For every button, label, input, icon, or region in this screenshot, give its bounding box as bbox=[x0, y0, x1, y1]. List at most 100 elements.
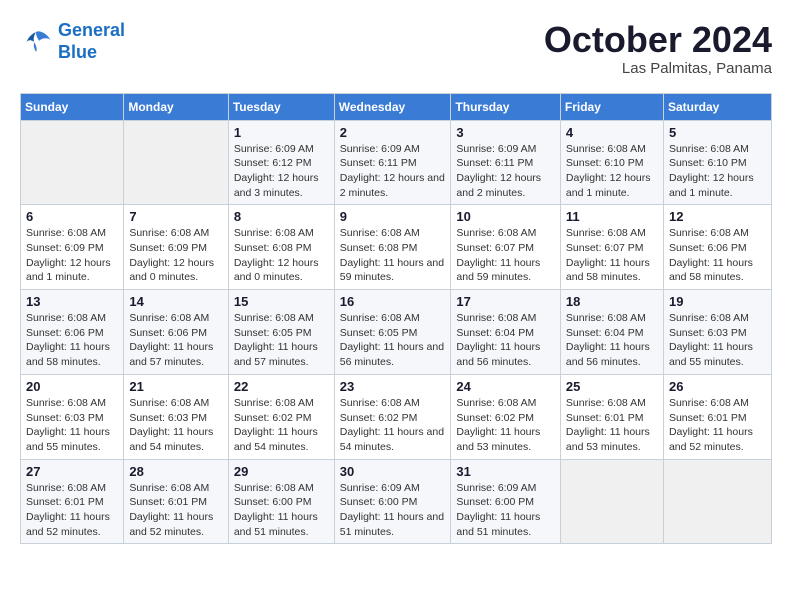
day-detail: Sunrise: 6:09 AMSunset: 6:12 PMDaylight:… bbox=[234, 142, 329, 201]
day-detail: Sunrise: 6:08 AMSunset: 6:07 PMDaylight:… bbox=[456, 226, 554, 285]
calendar-cell: 11 Sunrise: 6:08 AMSunset: 6:07 PMDaylig… bbox=[560, 205, 663, 290]
calendar-cell: 4 Sunrise: 6:08 AMSunset: 6:10 PMDayligh… bbox=[560, 120, 663, 205]
day-number: 8 bbox=[234, 209, 329, 224]
calendar-cell: 26 Sunrise: 6:08 AMSunset: 6:01 PMDaylig… bbox=[663, 374, 771, 459]
calendar-cell: 3 Sunrise: 6:09 AMSunset: 6:11 PMDayligh… bbox=[451, 120, 560, 205]
day-number: 18 bbox=[566, 294, 658, 309]
day-number: 3 bbox=[456, 125, 554, 140]
day-number: 12 bbox=[669, 209, 766, 224]
calendar-cell: 2 Sunrise: 6:09 AMSunset: 6:11 PMDayligh… bbox=[334, 120, 451, 205]
day-detail: Sunrise: 6:08 AMSunset: 6:09 PMDaylight:… bbox=[26, 226, 118, 285]
calendar-cell: 10 Sunrise: 6:08 AMSunset: 6:07 PMDaylig… bbox=[451, 205, 560, 290]
day-detail: Sunrise: 6:08 AMSunset: 6:01 PMDaylight:… bbox=[669, 396, 766, 455]
calendar-cell: 19 Sunrise: 6:08 AMSunset: 6:03 PMDaylig… bbox=[663, 290, 771, 375]
calendar-row-1: 6 Sunrise: 6:08 AMSunset: 6:09 PMDayligh… bbox=[21, 205, 772, 290]
calendar-cell: 16 Sunrise: 6:08 AMSunset: 6:05 PMDaylig… bbox=[334, 290, 451, 375]
calendar-cell: 1 Sunrise: 6:09 AMSunset: 6:12 PMDayligh… bbox=[228, 120, 334, 205]
logo-line1: General bbox=[58, 20, 125, 40]
day-number: 10 bbox=[456, 209, 554, 224]
calendar-cell: 20 Sunrise: 6:08 AMSunset: 6:03 PMDaylig… bbox=[21, 374, 124, 459]
calendar-header-tuesday: Tuesday bbox=[228, 93, 334, 120]
day-detail: Sunrise: 6:08 AMSunset: 6:06 PMDaylight:… bbox=[26, 311, 118, 370]
day-number: 31 bbox=[456, 464, 554, 479]
day-number: 30 bbox=[340, 464, 446, 479]
logo: General Blue bbox=[20, 20, 125, 63]
calendar-cell: 13 Sunrise: 6:08 AMSunset: 6:06 PMDaylig… bbox=[21, 290, 124, 375]
calendar-cell bbox=[560, 459, 663, 544]
day-number: 4 bbox=[566, 125, 658, 140]
day-detail: Sunrise: 6:08 AMSunset: 6:01 PMDaylight:… bbox=[566, 396, 658, 455]
day-detail: Sunrise: 6:08 AMSunset: 6:02 PMDaylight:… bbox=[234, 396, 329, 455]
day-detail: Sunrise: 6:08 AMSunset: 6:02 PMDaylight:… bbox=[456, 396, 554, 455]
calendar-cell: 14 Sunrise: 6:08 AMSunset: 6:06 PMDaylig… bbox=[124, 290, 229, 375]
calendar-cell: 18 Sunrise: 6:08 AMSunset: 6:04 PMDaylig… bbox=[560, 290, 663, 375]
calendar-cell: 31 Sunrise: 6:09 AMSunset: 6:00 PMDaylig… bbox=[451, 459, 560, 544]
calendar-cell: 28 Sunrise: 6:08 AMSunset: 6:01 PMDaylig… bbox=[124, 459, 229, 544]
calendar-cell: 5 Sunrise: 6:08 AMSunset: 6:10 PMDayligh… bbox=[663, 120, 771, 205]
day-number: 16 bbox=[340, 294, 446, 309]
calendar-row-2: 13 Sunrise: 6:08 AMSunset: 6:06 PMDaylig… bbox=[21, 290, 772, 375]
day-number: 1 bbox=[234, 125, 329, 140]
day-number: 28 bbox=[129, 464, 223, 479]
day-detail: Sunrise: 6:08 AMSunset: 6:02 PMDaylight:… bbox=[340, 396, 446, 455]
day-detail: Sunrise: 6:08 AMSunset: 6:08 PMDaylight:… bbox=[340, 226, 446, 285]
calendar-cell: 23 Sunrise: 6:08 AMSunset: 6:02 PMDaylig… bbox=[334, 374, 451, 459]
month-title: October 2024 bbox=[544, 20, 772, 60]
calendar-body: 1 Sunrise: 6:09 AMSunset: 6:12 PMDayligh… bbox=[21, 120, 772, 544]
day-number: 24 bbox=[456, 379, 554, 394]
calendar-cell: 12 Sunrise: 6:08 AMSunset: 6:06 PMDaylig… bbox=[663, 205, 771, 290]
calendar-header-sunday: Sunday bbox=[21, 93, 124, 120]
day-detail: Sunrise: 6:08 AMSunset: 6:07 PMDaylight:… bbox=[566, 226, 658, 285]
calendar-header-monday: Monday bbox=[124, 93, 229, 120]
calendar-header-saturday: Saturday bbox=[663, 93, 771, 120]
day-detail: Sunrise: 6:08 AMSunset: 6:05 PMDaylight:… bbox=[340, 311, 446, 370]
calendar-cell: 8 Sunrise: 6:08 AMSunset: 6:08 PMDayligh… bbox=[228, 205, 334, 290]
day-detail: Sunrise: 6:08 AMSunset: 6:03 PMDaylight:… bbox=[669, 311, 766, 370]
day-number: 7 bbox=[129, 209, 223, 224]
day-number: 2 bbox=[340, 125, 446, 140]
day-detail: Sunrise: 6:08 AMSunset: 6:04 PMDaylight:… bbox=[566, 311, 658, 370]
day-number: 13 bbox=[26, 294, 118, 309]
calendar-cell: 9 Sunrise: 6:08 AMSunset: 6:08 PMDayligh… bbox=[334, 205, 451, 290]
day-detail: Sunrise: 6:08 AMSunset: 6:01 PMDaylight:… bbox=[26, 481, 118, 540]
calendar-cell bbox=[21, 120, 124, 205]
day-detail: Sunrise: 6:08 AMSunset: 6:03 PMDaylight:… bbox=[129, 396, 223, 455]
calendar-table: SundayMondayTuesdayWednesdayThursdayFrid… bbox=[20, 93, 772, 545]
calendar-cell bbox=[124, 120, 229, 205]
day-number: 5 bbox=[669, 125, 766, 140]
day-number: 19 bbox=[669, 294, 766, 309]
calendar-cell bbox=[663, 459, 771, 544]
day-detail: Sunrise: 6:08 AMSunset: 6:08 PMDaylight:… bbox=[234, 226, 329, 285]
calendar-cell: 29 Sunrise: 6:08 AMSunset: 6:00 PMDaylig… bbox=[228, 459, 334, 544]
title-block: October 2024 Las Palmitas, Panama bbox=[544, 20, 772, 77]
day-number: 29 bbox=[234, 464, 329, 479]
calendar-row-3: 20 Sunrise: 6:08 AMSunset: 6:03 PMDaylig… bbox=[21, 374, 772, 459]
calendar-cell: 15 Sunrise: 6:08 AMSunset: 6:05 PMDaylig… bbox=[228, 290, 334, 375]
day-detail: Sunrise: 6:08 AMSunset: 6:05 PMDaylight:… bbox=[234, 311, 329, 370]
day-number: 14 bbox=[129, 294, 223, 309]
day-detail: Sunrise: 6:09 AMSunset: 6:00 PMDaylight:… bbox=[456, 481, 554, 540]
calendar-header-thursday: Thursday bbox=[451, 93, 560, 120]
logo-line2: Blue bbox=[58, 42, 97, 62]
logo-bird-icon bbox=[20, 28, 52, 56]
day-detail: Sunrise: 6:08 AMSunset: 6:06 PMDaylight:… bbox=[129, 311, 223, 370]
day-number: 20 bbox=[26, 379, 118, 394]
calendar-cell: 24 Sunrise: 6:08 AMSunset: 6:02 PMDaylig… bbox=[451, 374, 560, 459]
day-detail: Sunrise: 6:08 AMSunset: 6:00 PMDaylight:… bbox=[234, 481, 329, 540]
location-subtitle: Las Palmitas, Panama bbox=[544, 60, 772, 77]
day-number: 26 bbox=[669, 379, 766, 394]
calendar-cell: 25 Sunrise: 6:08 AMSunset: 6:01 PMDaylig… bbox=[560, 374, 663, 459]
page-header: General Blue October 2024 Las Palmitas, … bbox=[20, 20, 772, 77]
day-number: 9 bbox=[340, 209, 446, 224]
calendar-header-friday: Friday bbox=[560, 93, 663, 120]
day-number: 17 bbox=[456, 294, 554, 309]
calendar-cell: 22 Sunrise: 6:08 AMSunset: 6:02 PMDaylig… bbox=[228, 374, 334, 459]
day-number: 15 bbox=[234, 294, 329, 309]
day-number: 27 bbox=[26, 464, 118, 479]
calendar-header-wednesday: Wednesday bbox=[334, 93, 451, 120]
calendar-cell: 30 Sunrise: 6:09 AMSunset: 6:00 PMDaylig… bbox=[334, 459, 451, 544]
calendar-cell: 7 Sunrise: 6:08 AMSunset: 6:09 PMDayligh… bbox=[124, 205, 229, 290]
day-detail: Sunrise: 6:08 AMSunset: 6:09 PMDaylight:… bbox=[129, 226, 223, 285]
day-number: 21 bbox=[129, 379, 223, 394]
day-number: 25 bbox=[566, 379, 658, 394]
